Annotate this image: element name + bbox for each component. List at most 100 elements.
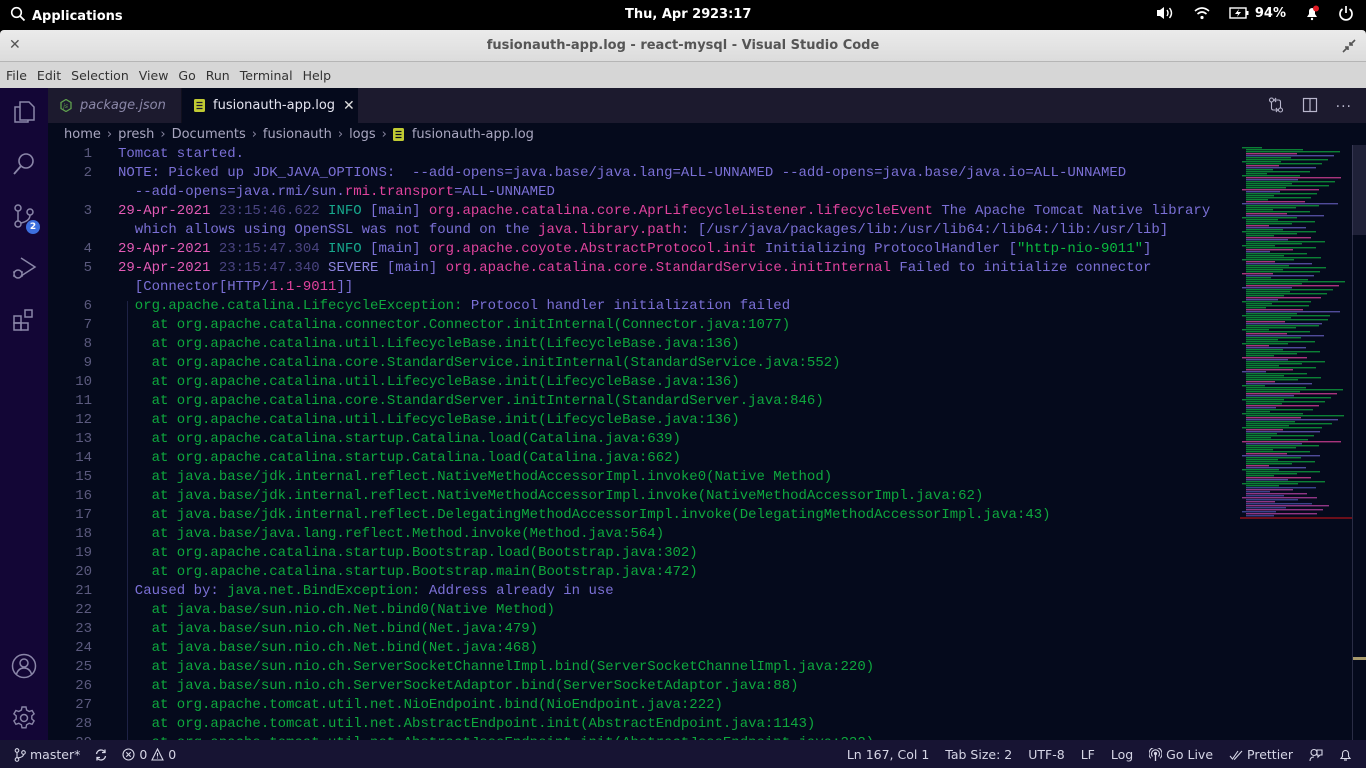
- warning-count: 0: [168, 747, 177, 762]
- encoding[interactable]: UTF-8: [1028, 747, 1064, 762]
- run-debug-icon: [13, 257, 37, 279]
- notifications-bell-icon[interactable]: [1339, 748, 1352, 762]
- activity-source-control[interactable]: 2: [0, 192, 48, 240]
- line-content: at java.base/jdk.internal.reflect.Delega…: [118, 506, 1051, 525]
- token-plain: NOTE: Picked up JDK_JAVA_OPTIONS: --add-…: [118, 165, 1127, 181]
- branch-status[interactable]: master*: [14, 747, 80, 762]
- activity-explorer[interactable]: [0, 88, 48, 136]
- system-time[interactable]: 23:17: [710, 7, 751, 22]
- chevron-right-icon: ›: [160, 126, 166, 142]
- language-mode[interactable]: Log: [1111, 747, 1133, 762]
- activity-accounts[interactable]: [0, 642, 48, 690]
- menu-terminal[interactable]: Terminal: [240, 68, 293, 83]
- menu-file[interactable]: File: [6, 68, 27, 83]
- minimap-line: [1246, 313, 1297, 315]
- minimap-line: [1246, 445, 1319, 447]
- minimap-line: [1246, 439, 1308, 441]
- minimap-line: [1246, 493, 1307, 495]
- menu-go[interactable]: Go: [178, 68, 195, 83]
- feedback-icon[interactable]: [1309, 748, 1323, 762]
- window-restore-button[interactable]: [1342, 38, 1356, 53]
- minimap-line: [1246, 319, 1328, 321]
- minimap-line: [1242, 343, 1288, 345]
- more-actions-icon[interactable]: ···: [1336, 99, 1352, 115]
- notification-bell-icon[interactable]: [1304, 5, 1320, 21]
- scrollbar-thumb[interactable]: [1352, 145, 1366, 235]
- tab-size[interactable]: Tab Size: 2: [945, 747, 1012, 762]
- menu-edit[interactable]: Edit: [37, 68, 61, 83]
- activity-search[interactable]: [0, 140, 48, 188]
- problems-status[interactable]: 0 0: [122, 747, 176, 762]
- token-green: at java.base/jdk.internal.reflect.Native…: [118, 488, 984, 504]
- activity-run-debug[interactable]: [0, 244, 48, 292]
- token-plain: Initializing ProtocolHandler [: [756, 241, 1017, 257]
- line-number: 23: [75, 621, 92, 637]
- minimap-line: [1242, 273, 1273, 275]
- menu-view[interactable]: View: [139, 68, 169, 83]
- end-of-line[interactable]: LF: [1081, 747, 1095, 762]
- cursor-position[interactable]: Ln 167, Col 1: [847, 747, 929, 762]
- breadcrumb-item[interactable]: logs: [349, 127, 376, 142]
- window-title-bar: ✕ fusionauth-app.log - react-mysql - Vis…: [0, 30, 1366, 62]
- minimap-line: [1246, 499, 1298, 501]
- search-icon: [13, 153, 34, 175]
- minimap-line: [1246, 275, 1314, 277]
- token-green: at org.apache.catalina.startup.Bootstrap…: [118, 545, 698, 561]
- wifi-icon[interactable]: [1193, 5, 1211, 21]
- prettier-button[interactable]: Prettier: [1229, 747, 1293, 762]
- token-date: 29-Apr-2021: [118, 260, 211, 276]
- breadcrumb-item[interactable]: fusionauth-app.log: [412, 127, 534, 142]
- minimap-line: [1246, 321, 1285, 323]
- go-live-button[interactable]: Go Live: [1149, 747, 1213, 762]
- activity-extensions[interactable]: [0, 296, 48, 344]
- minimap-line: [1246, 193, 1317, 195]
- battery-icon: [1229, 7, 1249, 19]
- power-icon[interactable]: [1338, 5, 1354, 21]
- editor-text-area[interactable]: 1 Tomcat started. 2 NOTE: Picked up JDK_JAV…: [48, 145, 1366, 740]
- split-editor-icon[interactable]: [1302, 97, 1318, 117]
- menu-help[interactable]: Help: [303, 68, 332, 83]
- close-tab-icon[interactable]: ✕: [343, 98, 355, 114]
- line-number: 19: [75, 545, 92, 561]
- minimap-line: [1242, 203, 1338, 205]
- minimap-line: [1246, 253, 1307, 255]
- minimap-line: [1246, 261, 1275, 263]
- minimap-line: [1246, 199, 1268, 201]
- breadcrumb-item[interactable]: fusionauth: [263, 127, 332, 142]
- minimap-line: [1246, 207, 1296, 209]
- token-plain: --add-opens=java.rmi/sun.: [118, 184, 345, 200]
- minimap-line: [1246, 181, 1335, 183]
- token-time: 23:15:47.304: [210, 241, 320, 257]
- activity-manage[interactable]: [0, 694, 48, 742]
- menu-run[interactable]: Run: [206, 68, 230, 83]
- vertical-scrollbar[interactable]: [1352, 145, 1366, 740]
- minimap-line: [1246, 325, 1319, 327]
- minimap-line: [1242, 147, 1262, 149]
- error-icon: [122, 748, 135, 761]
- volume-icon[interactable]: [1155, 5, 1175, 21]
- minimap-line: [1242, 231, 1316, 233]
- tab-package-json[interactable]: js package.json: [48, 88, 182, 123]
- search-icon: [10, 6, 26, 26]
- line-content: org.apache.catalina.LifecycleException: …: [118, 297, 790, 316]
- sync-icon[interactable]: [94, 748, 108, 762]
- line-number: 15: [75, 469, 92, 485]
- token-plain: Address already in use: [428, 583, 614, 599]
- minimap-line: [1246, 421, 1295, 423]
- system-top-bar: Applications Thu, Apr 29 23:17 94%: [0, 0, 1366, 30]
- minimap[interactable]: [1240, 145, 1352, 525]
- line-number: 7: [83, 317, 92, 333]
- tab-fusionauth-app-log[interactable]: fusionauth-app.log ✕: [182, 88, 358, 123]
- menu-selection[interactable]: Selection: [71, 68, 129, 83]
- breadcrumb-item[interactable]: presh: [118, 127, 154, 142]
- svg-text:js: js: [62, 103, 68, 110]
- system-date[interactable]: Thu, Apr 29: [625, 7, 710, 22]
- line-number: 5: [83, 260, 92, 276]
- minimap-line: [1242, 385, 1265, 387]
- minimap-line: [1242, 357, 1307, 359]
- applications-menu[interactable]: Applications: [10, 6, 123, 26]
- open-changes-icon[interactable]: [1268, 97, 1284, 117]
- breadcrumb-item[interactable]: Documents: [172, 127, 246, 142]
- battery-indicator[interactable]: 94%: [1229, 6, 1286, 21]
- breadcrumb-item[interactable]: home: [64, 127, 101, 142]
